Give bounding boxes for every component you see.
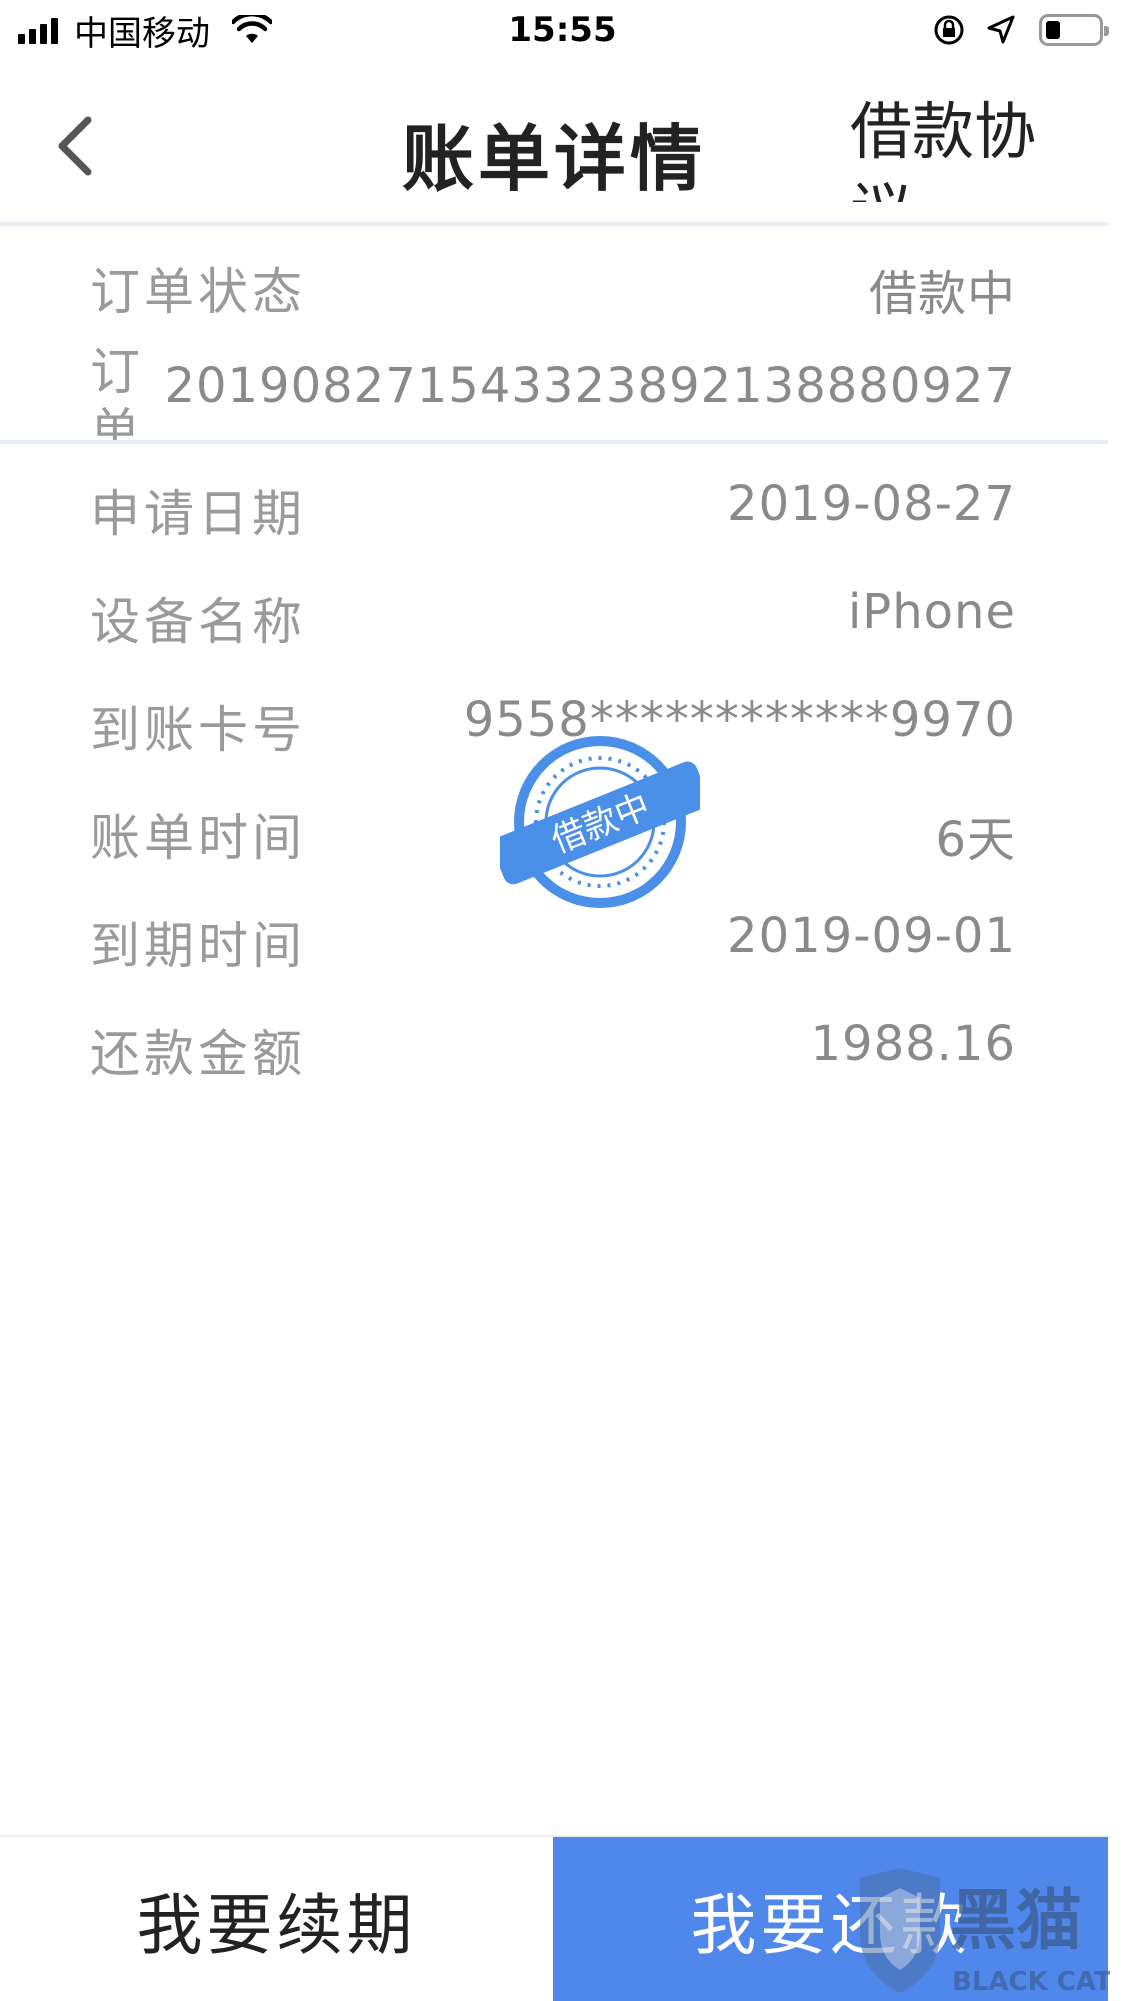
repay-amount-value: 1988.16	[810, 1016, 1016, 1072]
location-icon	[987, 15, 1015, 44]
rotation-lock-icon	[934, 15, 964, 45]
nav-divider	[0, 222, 1108, 226]
order-number-label: 订单	[90, 343, 140, 440]
order-status-value: 借款中	[868, 266, 1016, 322]
device-name-label: 设备名称	[90, 593, 306, 651]
due-date-label: 到期时间	[90, 917, 306, 975]
nav-bar: 账单详情 借款协议	[0, 62, 1108, 224]
status-right	[915, 12, 1109, 48]
card-number-label: 到账卡号	[90, 701, 306, 759]
watermark-text: 黑猫	[950, 1882, 1082, 1959]
row-order-number: 订单 20190827154332389213888092​7	[0, 340, 1108, 440]
repay-amount-label: 还款金额	[90, 1025, 306, 1083]
watermark-subtext: BLACK CAT	[952, 1967, 1110, 1997]
loan-status-stamp: 借款中	[500, 736, 700, 908]
order-status-label: 订单状态	[90, 263, 306, 321]
battery-icon	[1039, 14, 1109, 46]
apply-date-label: 申请日期	[90, 485, 306, 543]
apply-date-value: 2019-08-27	[727, 476, 1016, 532]
row-device-name: 设备名称 iPhone	[0, 566, 1108, 666]
renew-button[interactable]: 我要续期	[0, 1837, 553, 2001]
device-name-value: iPhone	[847, 584, 1016, 640]
row-order-status: 订单状态 借款中	[0, 236, 1108, 336]
bill-detail-page: 中国移动 15:55 账单详情 借款协 订单状态 借款中 订单 20190827…	[0, 0, 1125, 2001]
bill-period-label: 账单时间	[90, 809, 306, 867]
loan-agreement-link[interactable]: 借款协议	[850, 92, 1070, 202]
black-cat-watermark: 黑猫 BLACK CAT	[860, 1868, 1110, 1997]
order-number-value: 20190827154332389213888092​7	[164, 358, 1016, 414]
section-divider	[0, 440, 1108, 444]
row-repay-amount: 还款金额 1988.16	[0, 998, 1108, 1098]
row-apply-date: 申请日期 2019-08-27	[0, 458, 1108, 558]
bill-period-value: 6天	[935, 812, 1016, 868]
due-date-value: 2019-09-01	[727, 908, 1016, 964]
status-bar: 中国移动 15:55	[0, 0, 1125, 62]
